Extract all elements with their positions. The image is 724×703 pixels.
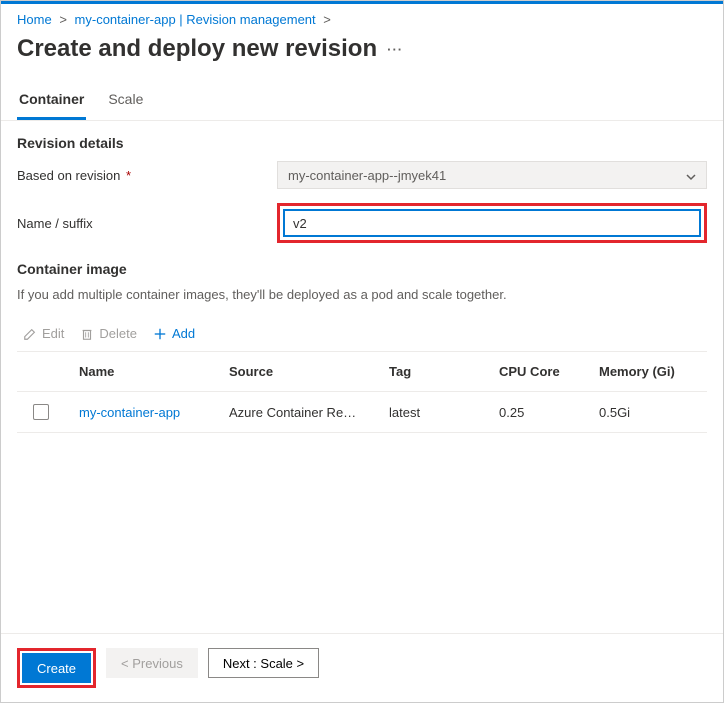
required-asterisk: * <box>122 168 131 183</box>
container-image-section: Container image If you add multiple cont… <box>17 261 707 433</box>
col-name: Name <box>79 364 229 379</box>
row-name-suffix: Name / suffix <box>17 203 707 243</box>
more-actions-icon[interactable]: ··· <box>387 42 403 57</box>
page-root: Home > my-container-app | Revision manag… <box>0 0 724 703</box>
col-cpu: CPU Core <box>499 364 599 379</box>
container-image-heading: Container image <box>17 261 707 277</box>
image-toolbar: Edit Delete Add <box>17 320 707 347</box>
based-on-revision-label: Based on revision * <box>17 168 277 183</box>
row-source: Azure Container Re… <box>229 405 389 420</box>
breadcrumb: Home > my-container-app | Revision manag… <box>1 4 723 31</box>
chevron-down-icon <box>686 170 696 180</box>
table-header: Name Source Tag CPU Core Memory (Gi) <box>17 352 707 392</box>
name-suffix-highlight <box>277 203 707 243</box>
table-row: my-container-app Azure Container Re… lat… <box>17 392 707 433</box>
col-memory: Memory (Gi) <box>599 364 699 379</box>
row-checkbox[interactable] <box>33 404 49 420</box>
footer-bar: Create < Previous Next : Scale > <box>1 633 723 702</box>
create-button[interactable]: Create <box>22 653 91 683</box>
title-row: Create and deploy new revision ··· <box>1 31 723 81</box>
row-cpu: 0.25 <box>499 405 599 420</box>
container-image-table: Name Source Tag CPU Core Memory (Gi) my-… <box>17 351 707 433</box>
row-name-link[interactable]: my-container-app <box>79 405 229 420</box>
row-memory: 0.5Gi <box>599 405 699 420</box>
next-button[interactable]: Next : Scale > <box>208 648 319 678</box>
page-title: Create and deploy new revision <box>17 35 377 63</box>
delete-button: Delete <box>80 326 137 341</box>
create-button-highlight: Create <box>17 648 96 688</box>
col-source: Source <box>229 364 389 379</box>
chevron-right-icon: > <box>323 12 331 27</box>
chevron-right-icon: > <box>59 12 67 27</box>
based-on-revision-select[interactable]: my-container-app--jmyek41 <box>277 161 707 189</box>
container-image-help: If you add multiple container images, th… <box>17 287 707 302</box>
previous-button: < Previous <box>106 648 198 678</box>
tab-scale[interactable]: Scale <box>106 81 145 120</box>
tab-container[interactable]: Container <box>17 81 86 120</box>
name-suffix-label: Name / suffix <box>17 216 277 231</box>
plus-icon <box>153 327 167 341</box>
col-tag: Tag <box>389 364 499 379</box>
tab-bar: Container Scale <box>1 81 723 121</box>
form-content: Revision details Based on revision * my-… <box>1 121 723 702</box>
name-suffix-input[interactable] <box>283 209 701 237</box>
edit-button: Edit <box>23 326 64 341</box>
pencil-icon <box>23 327 37 341</box>
trash-icon <box>80 327 94 341</box>
based-on-revision-value: my-container-app--jmyek41 <box>288 168 446 183</box>
revision-details-heading: Revision details <box>17 135 707 151</box>
row-based-on-revision: Based on revision * my-container-app--jm… <box>17 161 707 189</box>
add-button[interactable]: Add <box>153 326 195 341</box>
row-tag: latest <box>389 405 499 420</box>
breadcrumb-home[interactable]: Home <box>17 12 52 27</box>
breadcrumb-revision-mgmt[interactable]: my-container-app | Revision management <box>75 12 316 27</box>
